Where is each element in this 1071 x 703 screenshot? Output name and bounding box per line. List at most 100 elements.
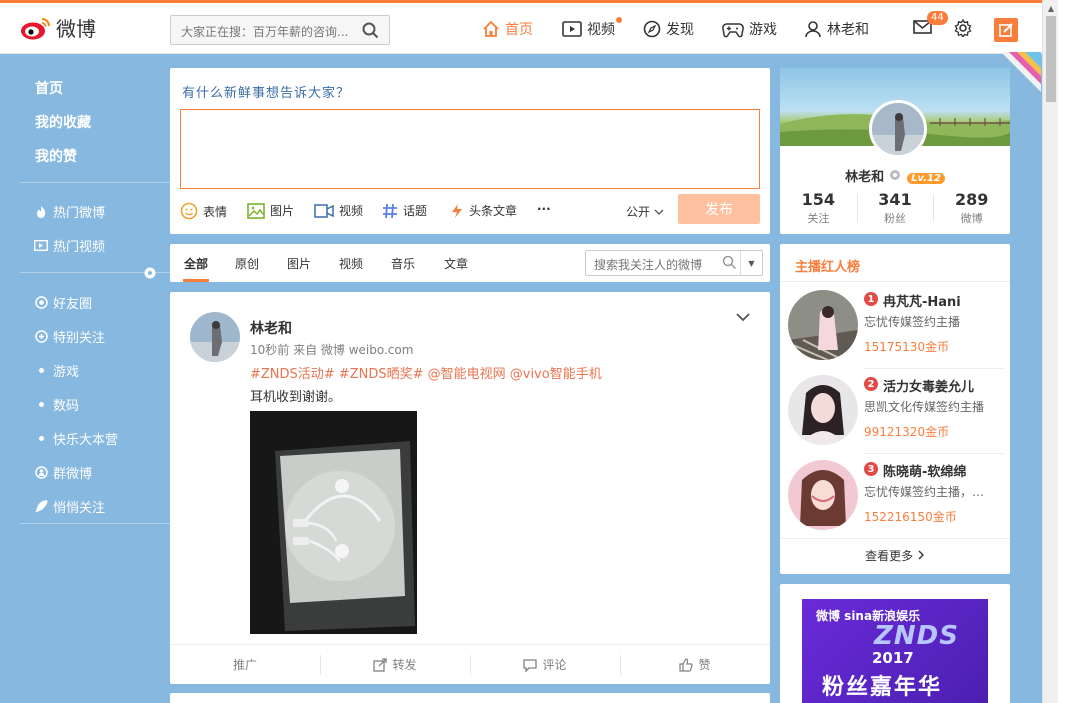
rank-badge: 2 bbox=[864, 377, 878, 391]
anchor-avatar[interactable] bbox=[788, 375, 858, 445]
sidebar-divider bbox=[20, 182, 170, 183]
anchor-name[interactable]: 活力女毒姜允儿 bbox=[883, 376, 974, 395]
publish-textarea[interactable] bbox=[180, 109, 760, 189]
thumbs-up-icon bbox=[679, 657, 694, 672]
scroll-up-arrow-icon[interactable]: ▲ bbox=[1043, 0, 1059, 16]
member-icon bbox=[889, 170, 900, 180]
tab-images[interactable]: 图片 bbox=[287, 255, 311, 272]
anchor-name[interactable]: 陈晓萌-软绵绵 bbox=[883, 461, 966, 480]
sidebar-item-hot-weibo[interactable]: 热门微博 bbox=[20, 202, 170, 221]
tool-video[interactable]: 视频 bbox=[314, 202, 363, 219]
gear-icon[interactable] bbox=[143, 266, 157, 280]
repost-button[interactable]: 转发 bbox=[320, 645, 470, 684]
tool-topic[interactable]: 话题 bbox=[382, 202, 427, 219]
visibility-label: 公开 bbox=[626, 205, 651, 219]
chevron-down-icon[interactable] bbox=[736, 312, 750, 322]
nav-discover[interactable]: 发现 bbox=[643, 19, 694, 39]
profile-avatar[interactable] bbox=[869, 100, 927, 158]
sidebar-item-digital[interactable]: 数码 bbox=[20, 395, 170, 414]
page-scrollbar[interactable]: ▲ bbox=[1042, 0, 1058, 703]
search-placeholder: 大家正在搜：百万年薪的咨询... bbox=[181, 25, 349, 39]
nav-user[interactable]: 林老和 bbox=[804, 19, 869, 39]
promote-button[interactable]: 推广 bbox=[170, 645, 320, 684]
sidebar-item-happy-camp[interactable]: 快乐大本营 bbox=[20, 429, 170, 448]
tool-article[interactable]: 头条文章 bbox=[450, 202, 517, 219]
sidebar-item-secret-follow[interactable]: 悄悄关注 bbox=[20, 497, 170, 516]
like-button[interactable]: 赞 bbox=[620, 645, 770, 684]
post-text: 耳机收到谢谢。 bbox=[250, 390, 342, 405]
profile-name[interactable]: 林老和 bbox=[845, 170, 884, 185]
sidebar-item-label: 我的收藏 bbox=[35, 115, 91, 131]
stat-number: 289 bbox=[954, 190, 989, 209]
action-label: 转发 bbox=[392, 658, 417, 672]
tab-original[interactable]: 原创 bbox=[235, 255, 259, 272]
post-meta: 10秒前 来自 微博 weibo.com bbox=[250, 343, 414, 357]
dropdown-arrow-icon[interactable]: ▼ bbox=[740, 251, 762, 275]
tool-more[interactable]: ··· bbox=[537, 202, 551, 216]
stat-number: 341 bbox=[878, 190, 912, 209]
visibility-select[interactable]: 公开 bbox=[626, 203, 664, 220]
anchor-item[interactable]: 2 活力女毒姜允儿 思凯文化传媒签约主播 99121320金币 bbox=[780, 373, 1010, 457]
sidebar-item-favorites[interactable]: 我的收藏 bbox=[35, 112, 185, 132]
author-name[interactable]: 林老和 bbox=[250, 318, 292, 338]
ad-banner[interactable]: 微博 sina新浪娱乐 ZNDS 2017 粉丝嘉年华 bbox=[802, 599, 988, 703]
special-follow-icon bbox=[34, 330, 48, 344]
anchor-avatar[interactable] bbox=[788, 460, 858, 530]
search-icon[interactable] bbox=[722, 255, 737, 270]
stat-following[interactable]: 154 关注 bbox=[780, 190, 857, 226]
post-image[interactable] bbox=[250, 411, 417, 634]
stat-posts[interactable]: 289 微博 bbox=[933, 190, 1010, 226]
skin-corner-fold-icon[interactable] bbox=[1001, 52, 1041, 92]
compose-button[interactable] bbox=[994, 18, 1018, 42]
stat-label: 微博 bbox=[960, 212, 983, 225]
tab-videos[interactable]: 视频 bbox=[339, 255, 363, 272]
tool-label: 头条文章 bbox=[469, 204, 518, 218]
sidebar-divider bbox=[20, 523, 170, 524]
feed-search-input[interactable]: 搜索我关注人的微博 ▼ bbox=[585, 250, 763, 276]
publish-button[interactable]: 发布 bbox=[678, 194, 760, 224]
group-icon bbox=[34, 466, 48, 480]
sidebar-item-likes[interactable]: 我的赞 bbox=[35, 146, 185, 166]
view-more-label: 查看更多 bbox=[865, 549, 914, 563]
rank-badge: 3 bbox=[864, 462, 878, 476]
sidebar-item-special[interactable]: 特别关注 bbox=[20, 327, 170, 346]
global-search-input[interactable]: 大家正在搜：百万年薪的咨询... bbox=[170, 15, 390, 45]
sidebar-item-label: 我的赞 bbox=[35, 149, 77, 165]
nav-games[interactable]: 游戏 bbox=[722, 19, 777, 39]
author-avatar[interactable] bbox=[190, 312, 240, 362]
search-icon[interactable] bbox=[362, 22, 379, 39]
nav-home[interactable]: 首页 bbox=[482, 19, 533, 39]
sidebar-item-friends[interactable]: 好友圈 bbox=[20, 293, 170, 312]
anchor-coins: 99121320金币 bbox=[864, 425, 950, 439]
image-icon bbox=[247, 202, 265, 219]
anchor-avatar[interactable] bbox=[788, 290, 858, 360]
nav-video[interactable]: 视频 bbox=[562, 17, 622, 39]
tool-emoji[interactable]: 表情 bbox=[180, 202, 227, 220]
sidebar-item-hot-video[interactable]: 热门视频 bbox=[20, 236, 170, 255]
bullet-icon bbox=[39, 368, 44, 373]
feed-tabs: 全部 原创 图片 视频 音乐 文章 搜索我关注人的微博 ▼ bbox=[170, 244, 770, 282]
level-badge[interactable]: Lv.12 bbox=[907, 173, 945, 184]
tool-image[interactable]: 图片 bbox=[247, 202, 294, 219]
view-more-link[interactable]: 查看更多 bbox=[780, 538, 1010, 574]
sidebar-item-label: 特别关注 bbox=[53, 331, 106, 346]
anchor-item[interactable]: 1 冉芃芃-Hani 忘忧传媒签约主播 15175130金币 bbox=[780, 288, 1010, 372]
comment-button[interactable]: 评论 bbox=[470, 645, 620, 684]
sidebar-item-group-weibo[interactable]: 群微博 bbox=[20, 463, 170, 482]
sidebar-item-home[interactable]: 首页 bbox=[35, 78, 185, 98]
weibo-logo[interactable]: 微博 bbox=[20, 13, 96, 42]
tab-articles[interactable]: 文章 bbox=[444, 255, 468, 272]
nav-settings[interactable] bbox=[954, 19, 977, 37]
sidebar-item-games[interactable]: 游戏 bbox=[20, 361, 170, 380]
anchor-name[interactable]: 冉芃芃-Hani bbox=[883, 291, 961, 310]
nav-user-label: 林老和 bbox=[827, 22, 869, 38]
compass-icon bbox=[643, 20, 661, 38]
tab-all[interactable]: 全部 bbox=[184, 255, 208, 272]
tab-music[interactable]: 音乐 bbox=[391, 255, 415, 272]
stat-followers[interactable]: 341 粉丝 bbox=[856, 190, 934, 226]
post-tags[interactable]: #ZNDS活动# #ZNDS晒奖# @智能电视网 @vivo智能手机 bbox=[250, 363, 602, 382]
nav-messages[interactable]: 44 bbox=[913, 11, 948, 35]
home-icon bbox=[483, 20, 499, 37]
scroll-thumb[interactable] bbox=[1046, 16, 1056, 102]
anchor-item[interactable]: 3 陈晓萌-软绵绵 忘忧传媒签约主播，… 152216150金币 bbox=[780, 458, 1010, 542]
